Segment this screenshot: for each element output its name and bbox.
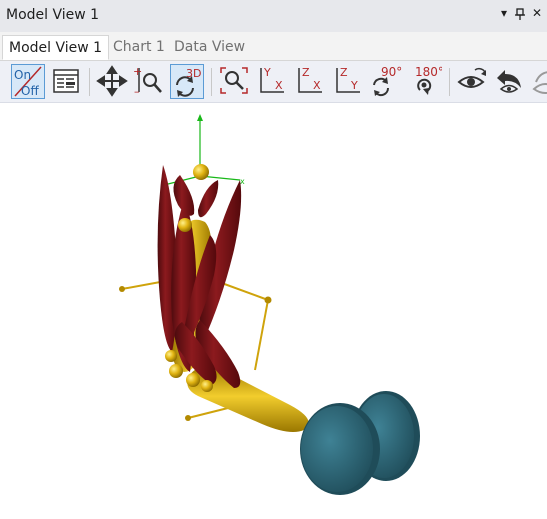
marker-point: [264, 296, 272, 304]
arm-model-3d[interactable]: x: [0, 103, 547, 515]
undo-view-icon: [497, 70, 521, 93]
zoom-region-icon: + –: [133, 65, 162, 98]
zoom-fit-icon: [220, 67, 248, 94]
svg-text:180°: 180°: [415, 65, 442, 79]
toolbar-separator: [449, 68, 450, 96]
svg-text:Z: Z: [340, 66, 348, 79]
svg-text:Z: Z: [302, 66, 310, 79]
redo-view-button[interactable]: [530, 64, 547, 99]
undo-view-button[interactable]: [493, 64, 527, 99]
tab-chart-1[interactable]: Chart 1: [107, 35, 171, 60]
rotate-3d-icon: 3D: [176, 67, 201, 97]
tab-data-view[interactable]: Data View: [168, 35, 251, 60]
axis-yx-icon: Y X: [260, 66, 284, 93]
window-title: Model View 1: [6, 7, 100, 23]
marker-point: [185, 415, 191, 421]
view-eye-button[interactable]: [456, 64, 490, 99]
svg-text:90°: 90°: [381, 65, 402, 79]
move-button[interactable]: [96, 64, 130, 99]
rotate-180-icon: 180°: [415, 65, 444, 95]
close-icon[interactable]: ✕: [530, 6, 544, 24]
toolbar-separator: [89, 68, 90, 96]
move-icon: [96, 65, 128, 97]
on-label: On: [14, 68, 31, 82]
view-zx-button[interactable]: Z X: [294, 64, 328, 99]
rotate-90-button[interactable]: 90°: [369, 64, 403, 99]
on-off-toggle-button[interactable]: On Off: [11, 64, 45, 99]
zoom-fit-button[interactable]: [218, 64, 252, 99]
pin-icon[interactable]: [513, 6, 527, 24]
axis-zy-icon: Z Y: [336, 66, 360, 93]
svg-text:X: X: [275, 79, 283, 92]
tab-bar: Model View 1 Chart 1 Data View: [0, 32, 547, 61]
properties-panel-button[interactable]: [49, 64, 83, 99]
tab-model-view-1[interactable]: Model View 1: [2, 35, 110, 60]
window-title-bar: Model View 1 ▾ ✕: [0, 0, 547, 32]
svg-text:+: +: [133, 65, 142, 78]
marker-point: [119, 286, 125, 292]
window-menu-icon[interactable]: ▾: [497, 6, 511, 24]
svg-text:Y: Y: [263, 66, 271, 79]
view-toolbar: On Off + – 3D Y X Z X Z Y 90° 180°: [0, 61, 547, 103]
zoom-region-button[interactable]: + –: [133, 64, 167, 99]
model-viewport[interactable]: x: [0, 103, 547, 515]
view-zy-button[interactable]: Z Y: [332, 64, 366, 99]
dumbbell-weight: [300, 391, 420, 495]
svg-text:X: X: [313, 79, 321, 92]
svg-text:x: x: [240, 177, 245, 186]
svg-text:–: –: [134, 85, 140, 97]
off-label: Off: [21, 84, 39, 98]
svg-text:Y: Y: [350, 79, 358, 92]
rotate-90-icon: 90°: [373, 65, 402, 97]
axis-zx-icon: Z X: [298, 66, 322, 93]
toolbar-separator: [211, 68, 212, 96]
properties-icon: [53, 69, 79, 93]
rotate-3d-button[interactable]: 3D: [170, 64, 204, 99]
view-yx-button[interactable]: Y X: [256, 64, 290, 99]
view-eye-icon: [457, 67, 486, 88]
redo-view-icon: [532, 71, 547, 94]
rotate-180-button[interactable]: 180°: [408, 64, 444, 99]
